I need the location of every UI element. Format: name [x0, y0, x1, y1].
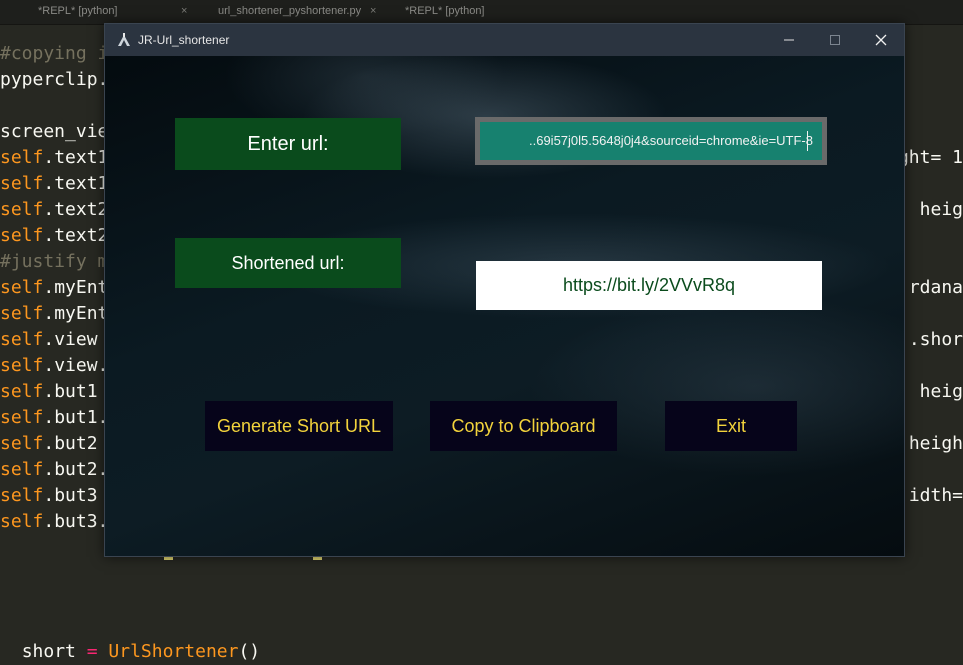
code-line: self.myEnt — [0, 301, 108, 327]
url-input-frame: ..69i57j0l5.5648j0j4&sourceid=chrome&ie=… — [475, 117, 827, 165]
copy-to-clipboard-button[interactable]: Copy to Clipboard — [430, 401, 617, 451]
code-text: .text1 — [43, 147, 109, 168]
code-self-keyword: self — [0, 355, 44, 376]
code-line: self.view. — [0, 353, 108, 379]
editor-tab-label: *REPL* [python] — [38, 5, 118, 17]
code-line-tail: ght= 1 — [897, 147, 963, 168]
code-line: self.view — [0, 327, 98, 353]
code-line: self.but2. — [0, 457, 108, 483]
window-titlebar[interactable]: JR-Url_shortener — [105, 24, 904, 56]
close-icon — [875, 34, 887, 46]
code-line-tail: idth= — [908, 485, 963, 506]
code-line: self.but1. — [0, 405, 108, 431]
code-comment: #justify m — [0, 251, 109, 272]
code-text: .text2 — [43, 199, 109, 220]
generate-short-url-button[interactable]: Generate Short URL — [205, 401, 393, 451]
code-self-keyword: self — [0, 459, 44, 480]
window-title: JR-Url_shortener — [138, 33, 230, 47]
bracket-match-marker — [313, 557, 322, 560]
code-text: screen_vie — [0, 121, 109, 142]
code-line-last: short = UrlShortener() — [0, 613, 260, 662]
code-line: self.but3. — [0, 509, 108, 535]
exit-button[interactable]: Exit — [665, 401, 797, 451]
editor-tab-bar: *REPL* [python] × url_shortener_pyshorte… — [0, 0, 963, 25]
code-text: pyperclip. — [0, 69, 109, 90]
code-self-keyword: self — [0, 173, 44, 194]
code-line: self.text2 — [0, 197, 108, 223]
shortened-url-label: Shortened url: — [175, 238, 401, 288]
enter-url-label: Enter url: — [175, 118, 401, 170]
code-text: .text2 — [43, 225, 109, 246]
code-line: #justify m — [0, 249, 108, 275]
code-line: self.myEnt — [0, 275, 108, 301]
maximize-icon — [830, 35, 840, 45]
editor-tab-label: url_shortener_pyshortener.py — [218, 5, 362, 17]
code-self-keyword: self — [0, 511, 44, 532]
minimize-icon — [784, 39, 794, 41]
code-self-keyword: self — [0, 303, 44, 324]
code-text: .but2 — [43, 433, 98, 454]
code-function: UrlShortener — [108, 641, 239, 662]
code-text: .but1. — [43, 407, 109, 428]
code-text: .myEnt — [43, 277, 109, 298]
close-button[interactable] — [858, 24, 904, 56]
code-self-keyword: self — [0, 199, 44, 220]
text-cursor — [807, 131, 808, 151]
app-content: Enter url: ..69i57j0l5.5648j0j4&sourceid… — [105, 56, 904, 556]
code-line: self.but2 — [0, 431, 98, 457]
code-self-keyword: self — [0, 433, 44, 454]
code-line: self.text2 — [0, 223, 108, 249]
code-line-tail: rdana — [908, 277, 963, 298]
editor-tab-repl-2[interactable]: *REPL* [python] — [405, 0, 565, 24]
code-line-tail: heig — [908, 381, 963, 402]
code-line: screen_vie — [0, 119, 108, 145]
code-text: .but2. — [43, 459, 109, 480]
editor-tab-repl-1[interactable]: *REPL* [python] × — [38, 0, 198, 24]
bracket-match-marker — [164, 557, 173, 560]
code-self-keyword: self — [0, 277, 44, 298]
code-line: self.but3 — [0, 483, 98, 509]
code-self-keyword: self — [0, 381, 44, 402]
code-text: .view — [43, 329, 98, 350]
code-operator: = — [86, 641, 98, 662]
code-line-tail: .shor — [908, 329, 963, 350]
code-self-keyword: self — [0, 485, 44, 506]
code-text: .but3. — [43, 511, 109, 532]
code-self-keyword: self — [0, 147, 44, 168]
code-text: .view. — [43, 355, 109, 376]
url-shortener-window: JR-Url_shortener Enter url: ..69i57j0l5.… — [104, 23, 905, 557]
code-line: #copying i — [0, 41, 108, 67]
code-line-tail: heigh — [908, 433, 963, 454]
code-line: pyperclip. — [0, 67, 108, 93]
code-self-keyword: self — [0, 225, 44, 246]
short-url-output[interactable]: https://bit.ly/2VVvR8q — [476, 261, 822, 310]
code-parens: () — [238, 641, 261, 662]
url-input-value: ..69i57j0l5.5648j0j4&sourceid=chrome&ie=… — [529, 133, 813, 148]
editor-tab-url-shortener[interactable]: url_shortener_pyshortener.py × — [218, 0, 388, 24]
maximize-button[interactable] — [812, 24, 858, 56]
code-line-tail: heig — [908, 199, 963, 220]
code-line: self.text1 — [0, 145, 108, 171]
close-icon[interactable]: × — [181, 0, 187, 22]
code-comment: #copying i — [0, 43, 109, 64]
close-icon[interactable]: × — [370, 0, 376, 22]
code-self-keyword: self — [0, 329, 44, 350]
minimize-button[interactable] — [766, 24, 812, 56]
tk-feather-icon — [118, 33, 130, 46]
code-text: .text1 — [43, 173, 109, 194]
code-line: self.text1 — [0, 171, 108, 197]
code-text: .myEnt — [43, 303, 109, 324]
code-self-keyword: self — [0, 407, 44, 428]
code-variable: short — [21, 641, 76, 662]
editor-tab-label: *REPL* [python] — [405, 5, 485, 17]
code-text: .but1 — [43, 381, 98, 402]
url-input[interactable]: ..69i57j0l5.5648j0j4&sourceid=chrome&ie=… — [480, 122, 822, 160]
code-line: self.but1 — [0, 379, 98, 405]
code-text: .but3 — [43, 485, 98, 506]
